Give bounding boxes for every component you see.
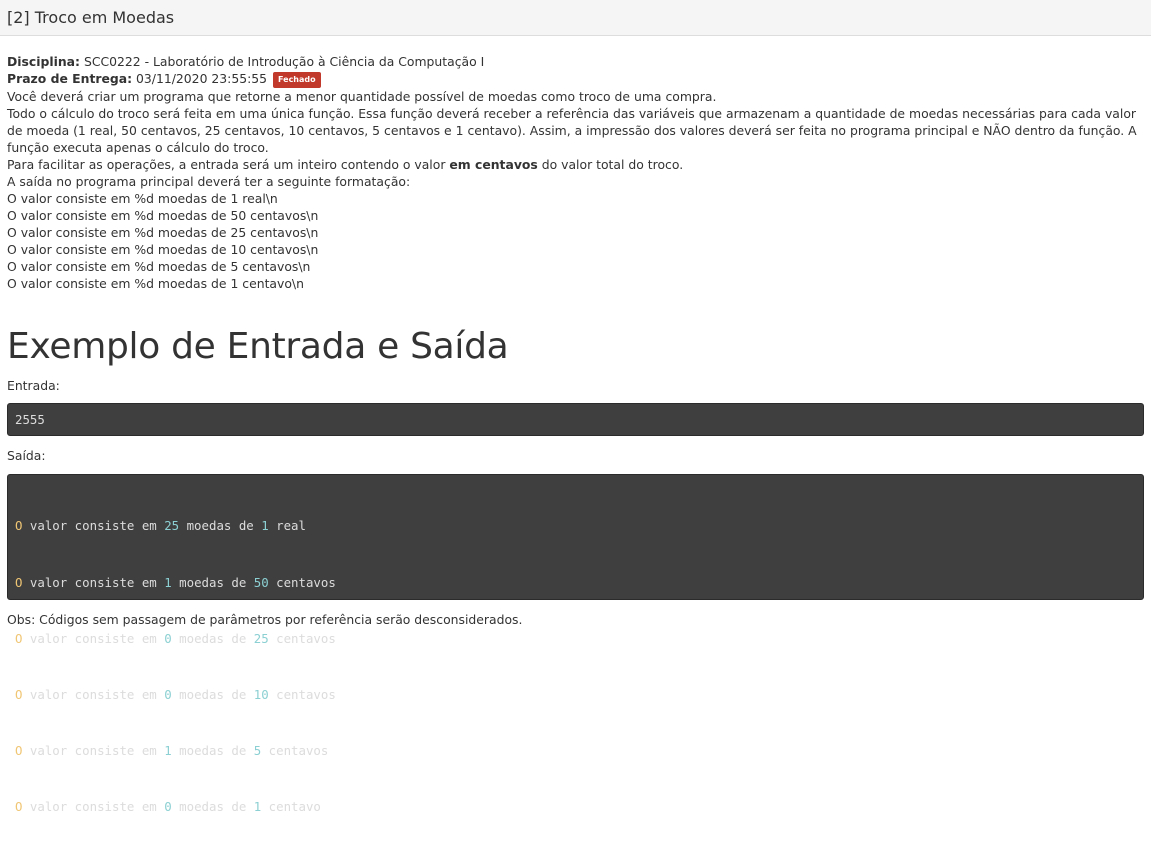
output-number: 1 (164, 574, 172, 590)
output-token: moedas de (171, 630, 254, 646)
output-number: 0 (164, 630, 172, 646)
output-token: O (15, 798, 23, 814)
output-token: valor consiste em (22, 686, 165, 702)
output-token: moedas de (171, 798, 254, 814)
format-line: O valor consiste em %d moedas de 10 cent… (7, 242, 319, 257)
output-token: real (268, 518, 306, 534)
output-number: 0 (164, 686, 172, 702)
problem-title: [2] Troco em Moedas (7, 8, 175, 27)
output-token: centavos (268, 686, 336, 702)
format-line: O valor consiste em %d moedas de 50 cent… (7, 208, 319, 223)
prazo-line: Prazo de Entrega: 03/11/2020 23:55:55 Fe… (7, 70, 1144, 88)
output-token: centavos (261, 742, 329, 758)
status-badge: Fechado (273, 72, 321, 88)
output-token: moedas de (171, 742, 254, 758)
prazo-label: Prazo de Entrega: (7, 71, 133, 86)
description-p4: A saída no programa principal deverá ter… (7, 174, 411, 189)
input-code-block[interactable]: 2555 (7, 403, 1144, 436)
output-number: 1 (261, 518, 269, 534)
format-line: O valor consiste em %d moedas de 1 real\… (7, 191, 278, 206)
output-line: O valor consiste em 25 moedas de 1 real (15, 517, 1136, 536)
output-line: O valor consiste em 0 moedas de 1 centav… (15, 798, 1136, 817)
prazo-value: 03/11/2020 23:55:55 (132, 71, 268, 86)
output-token: O (15, 742, 23, 758)
output-token: moedas de (179, 518, 262, 534)
p3-bold: em centavos (449, 157, 538, 172)
output-number: 1 (164, 742, 172, 758)
output-number: 5 (253, 742, 262, 758)
output-line: O valor consiste em 1 moedas de 50 centa… (15, 574, 1136, 593)
output-code-block[interactable]: O valor consiste em 25 moedas de 1 real … (7, 474, 1144, 814)
output-token: valor consiste em (22, 798, 165, 814)
output-token: O (15, 686, 23, 702)
output-token: moedas de (171, 686, 254, 702)
output-token: moedas de (171, 574, 254, 590)
disciplina-label: Disciplina: (7, 54, 81, 69)
output-label: Saída: (7, 448, 46, 463)
description-p3: Para facilitar as operações, a entrada s… (7, 156, 1144, 173)
output-token: valor consiste em (22, 630, 165, 646)
problem-header: [2] Troco em Moedas (0, 0, 1151, 36)
output-token: centavos (268, 630, 336, 646)
output-line: O valor consiste em 0 moedas de 10 centa… (15, 686, 1136, 705)
description-p2: Todo o cálculo do troco será feita em um… (7, 106, 1137, 155)
disciplina-value: SCC0222 - Laboratório de Introdução à Ci… (80, 54, 485, 69)
output-number: 25 (164, 518, 180, 534)
output-number: 50 (253, 574, 269, 590)
output-token: valor consiste em (22, 574, 165, 590)
p3-after: do valor total do troco. (537, 157, 684, 172)
description-p1: Você deverá criar um programa que retorn… (7, 89, 717, 104)
output-number: 0 (164, 798, 172, 814)
output-line: O valor consiste em 0 moedas de 25 centa… (15, 630, 1136, 649)
format-line: O valor consiste em %d moedas de 1 centa… (7, 276, 304, 291)
format-line: O valor consiste em %d moedas de 5 centa… (7, 259, 311, 274)
output-line: O valor consiste em 1 moedas de 5 centav… (15, 742, 1136, 761)
example-section-title: Exemplo de Entrada e Saída (7, 326, 509, 367)
input-label: Entrada: (7, 378, 60, 393)
output-number: 1 (253, 798, 262, 814)
output-number: 25 (253, 630, 269, 646)
p3-before: Para facilitar as operações, a entrada s… (7, 157, 450, 172)
output-token: valor consiste em (22, 518, 165, 534)
output-token: valor consiste em (22, 742, 165, 758)
problem-content: Disciplina: SCC0222 - Laboratório de Int… (0, 36, 1151, 814)
problem-description: Disciplina: SCC0222 - Laboratório de Int… (7, 53, 1144, 292)
obs-note: Obs: Códigos sem passagem de parâmetros … (7, 612, 523, 627)
disciplina-line: Disciplina: SCC0222 - Laboratório de Int… (7, 53, 1144, 70)
format-line: O valor consiste em %d moedas de 25 cent… (7, 225, 319, 240)
output-token: centavos (268, 574, 336, 590)
output-token: centavo (261, 798, 321, 814)
output-number: 10 (253, 686, 269, 702)
